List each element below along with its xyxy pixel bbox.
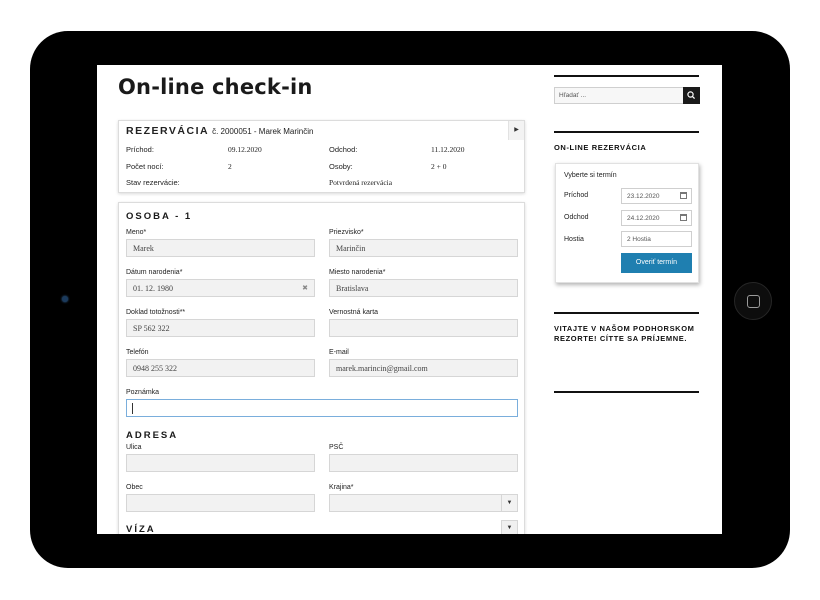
search-input[interactable]: Hľadať ...	[554, 87, 684, 104]
city-label: Obec	[126, 484, 143, 491]
arrival-value: 09.12.2020	[228, 145, 262, 154]
booking-departure-input[interactable]: 24.12.2020	[621, 210, 692, 226]
camera-icon	[62, 296, 68, 302]
home-button[interactable]	[734, 282, 772, 320]
last-name-label: Priezvisko*	[329, 229, 364, 236]
birth-place-field[interactable]: Bratislava	[329, 279, 518, 297]
sidebar-divider	[554, 131, 699, 133]
last-name-field[interactable]: Marinčin	[329, 239, 518, 257]
zip-label: PSČ	[329, 444, 344, 451]
sidebar-divider	[554, 312, 699, 314]
reservation-header: REZERVÁCIA č. 2000051 - Marek Marinčin	[126, 125, 313, 137]
calendar-icon	[680, 192, 687, 199]
search-icon	[687, 91, 696, 100]
departure-label: Odchod:	[329, 145, 358, 154]
country-label: Krajina*	[329, 484, 354, 491]
country-select[interactable]: ▼	[329, 494, 518, 512]
arrival-label: Príchod:	[126, 145, 154, 154]
nights-label: Počet nocí:	[126, 162, 164, 171]
booking-guests-input[interactable]: 2 Hostia	[621, 231, 692, 247]
booking-arrival-value: 23.12.2020	[627, 193, 660, 200]
chevron-right-icon[interactable]: ▶	[508, 121, 524, 140]
booking-arrival-input[interactable]: 23.12.2020	[621, 188, 692, 204]
booking-arrival-label: Príchod	[564, 192, 589, 199]
welcome-text: VITAJTE V NAŠOM PODHORSKOM REZORTE! CÍTT…	[554, 324, 695, 343]
departure-value: 11.12.2020	[431, 145, 465, 154]
page-title: On-line check-in	[118, 75, 313, 99]
booking-widget: Vyberte si termín Príchod 23.12.2020 Odc…	[555, 163, 699, 283]
street-field[interactable]	[126, 454, 315, 472]
persons-label: Osoby:	[329, 162, 353, 171]
status-label: Stav rezervácie:	[126, 178, 180, 187]
id-document-field[interactable]: SP 562 322	[126, 319, 315, 337]
chevron-down-icon: ▼	[501, 495, 517, 511]
loyalty-card-label: Vernostná karta	[329, 309, 379, 316]
street-label: Ulica	[126, 444, 142, 451]
calendar-icon	[680, 214, 687, 221]
birth-date-value: 01. 12. 1980	[133, 284, 173, 293]
birth-date-field[interactable]: 01. 12. 1980 ✖	[126, 279, 315, 297]
visa-heading: VÍZA	[126, 524, 156, 534]
phone-field[interactable]: 0948 255 322	[126, 359, 315, 377]
city-field[interactable]	[126, 494, 315, 512]
sidebar-divider	[554, 75, 699, 77]
booking-title: Vyberte si termín	[564, 172, 617, 179]
reservation-number: č. 2000051 - Marek Marinčin	[212, 127, 314, 136]
email-field[interactable]: marek.marincin@gmail.com	[329, 359, 518, 377]
visa-chevron-down-icon[interactable]: ▼	[501, 520, 518, 534]
email-label: E-mail	[329, 349, 349, 356]
clear-icon[interactable]: ✖	[302, 284, 308, 292]
persons-value: 2 + 0	[431, 162, 447, 171]
booking-heading: ON-LINE REZERVÁCIA	[554, 143, 647, 152]
person-heading: OSOBA - 1	[126, 211, 193, 222]
search-button[interactable]	[683, 87, 700, 104]
person-card: OSOBA - 1 Meno* Marek Priezvisko* Marinč…	[118, 202, 525, 534]
note-field[interactable]	[126, 399, 518, 417]
sidebar-divider	[554, 391, 699, 393]
birth-place-label: Miesto narodenia*	[329, 269, 386, 276]
nights-value: 2	[228, 162, 232, 171]
birth-date-label: Dátum narodenia*	[126, 269, 183, 276]
reservation-card: REZERVÁCIA č. 2000051 - Marek Marinčin ▶ …	[118, 120, 525, 193]
loyalty-card-field[interactable]	[329, 319, 518, 337]
booking-guests-label: Hostia	[564, 236, 584, 243]
note-label: Poznámka	[126, 389, 160, 396]
first-name-label: Meno*	[126, 229, 147, 236]
address-heading: ADRESA	[126, 430, 179, 441]
id-document-label: Doklad totožnosti**	[126, 309, 186, 316]
phone-label: Telefón	[126, 349, 149, 356]
reservation-heading: REZERVÁCIA	[126, 125, 210, 137]
text-caret	[132, 403, 133, 414]
home-square-icon	[747, 295, 760, 308]
first-name-field[interactable]: Marek	[126, 239, 315, 257]
booking-departure-label: Odchod	[564, 214, 589, 221]
status-value: Potvrdená rezervácia	[329, 178, 393, 187]
screen: On-line check-in REZERVÁCIA č. 2000051 - …	[97, 65, 722, 534]
zip-field[interactable]	[329, 454, 518, 472]
check-availability-button[interactable]: Overiť termín	[621, 253, 692, 273]
booking-departure-value: 24.12.2020	[627, 215, 660, 222]
